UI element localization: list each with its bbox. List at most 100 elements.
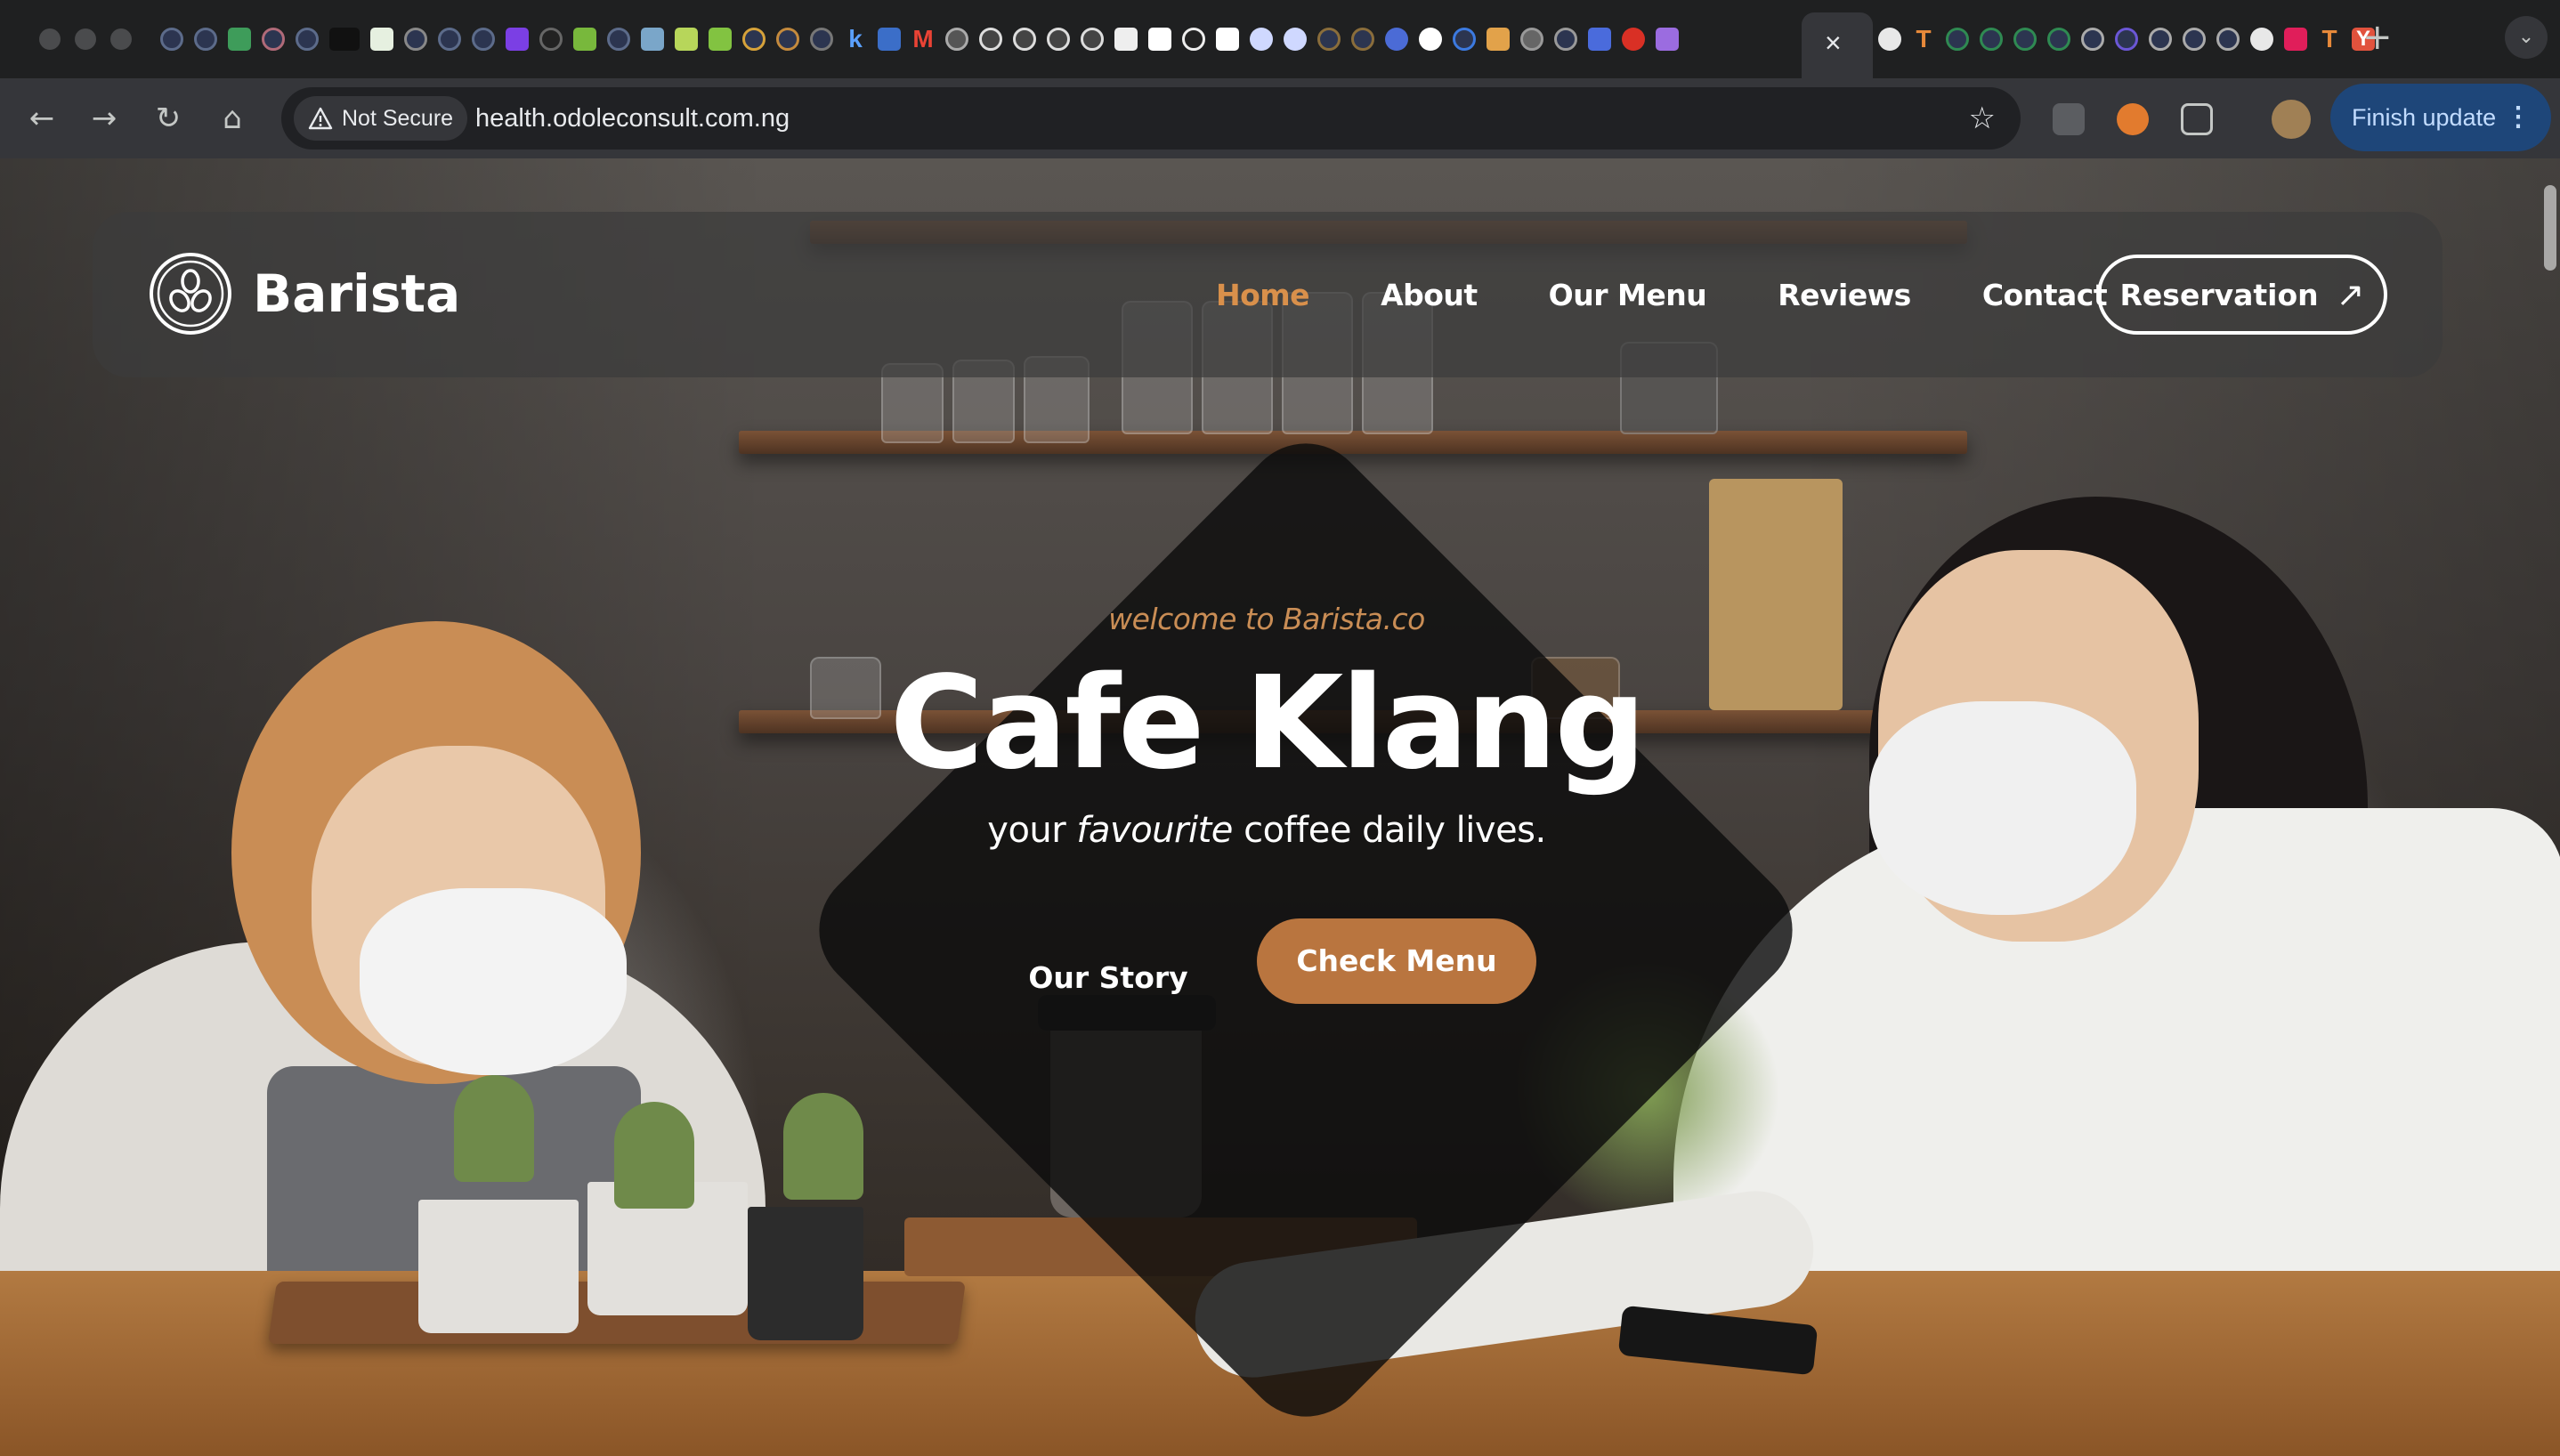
tab-favicon[interactable] xyxy=(1487,28,1510,51)
tab-favicon[interactable] xyxy=(1013,28,1036,51)
extensions-puzzle-icon[interactable] xyxy=(2181,103,2213,135)
tab-favicon[interactable] xyxy=(607,28,630,51)
tab-favicon[interactable] xyxy=(1656,28,1679,51)
tab-favicon[interactable] xyxy=(675,28,698,51)
tab-favicon-letter[interactable]: T xyxy=(1912,27,1935,52)
outlook-favicon-icon[interactable] xyxy=(878,28,901,51)
forward-button[interactable]: → xyxy=(82,96,126,141)
window-minimize-button[interactable] xyxy=(75,28,96,50)
tab-favicon[interactable] xyxy=(1216,28,1239,51)
tab-favicon[interactable] xyxy=(1946,28,1969,51)
tab-favicon[interactable] xyxy=(539,28,563,51)
openai-favicon-icon[interactable] xyxy=(1182,28,1205,51)
tab-favicon[interactable] xyxy=(742,28,766,51)
reload-button[interactable]: ↻ xyxy=(146,96,190,141)
tab-search-button[interactable]: ⌄ xyxy=(2505,16,2548,59)
tab-favicon[interactable] xyxy=(1148,28,1171,51)
tab-favicon[interactable] xyxy=(1554,28,1577,51)
bookmark-star-icon[interactable]: ☆ xyxy=(1969,87,1996,150)
hero-subtitle: your favourite coffee daily lives. xyxy=(0,810,2533,851)
tab-favicon[interactable] xyxy=(404,28,427,51)
download-favicon-icon[interactable] xyxy=(709,28,732,51)
home-button[interactable]: ⌂ xyxy=(210,96,255,141)
tab-favicon[interactable] xyxy=(2047,28,2070,51)
window-zoom-button[interactable] xyxy=(110,28,132,50)
tab-favicon[interactable] xyxy=(2013,28,2037,51)
page-scrollbar[interactable] xyxy=(2544,185,2556,271)
security-label: Not Secure xyxy=(342,105,454,131)
nav-item-our-menu[interactable]: Our Menu xyxy=(1549,278,1707,312)
our-story-button[interactable]: Our Story xyxy=(997,940,1219,1016)
tab-favicon[interactable] xyxy=(1419,28,1442,51)
tab-favicon[interactable] xyxy=(438,28,461,51)
tab-favicon[interactable] xyxy=(296,28,319,51)
arrow-up-right-icon: ↗ xyxy=(2336,275,2365,314)
tab-favicon[interactable] xyxy=(160,28,183,51)
nav-item-home[interactable]: Home xyxy=(1216,278,1310,312)
nav-item-contact[interactable]: Contact xyxy=(1982,278,2108,312)
tab-favicon[interactable] xyxy=(472,28,495,51)
tab-favicon[interactable] xyxy=(979,28,1002,51)
tab-favicon[interactable] xyxy=(1520,28,1543,51)
tab-favicon[interactable] xyxy=(370,28,393,51)
tab-close-icon[interactable]: × xyxy=(1825,28,1842,57)
youtube-favicon-icon[interactable] xyxy=(1622,28,1645,51)
site-security-chip[interactable]: Not Secure xyxy=(294,96,468,141)
tab-favicon[interactable] xyxy=(776,28,799,51)
address-bar[interactable]: Not Secure health.odoleconsult.com.ng ☆ xyxy=(281,87,2021,150)
reservation-button[interactable]: Reservation ↗ xyxy=(2097,255,2387,335)
hero-title: Cafe Klang xyxy=(889,648,1646,797)
site-logo[interactable]: Barista xyxy=(148,251,460,336)
check-menu-button[interactable]: Check Menu xyxy=(1257,918,1536,1004)
tab-favicon[interactable] xyxy=(1588,28,1611,51)
tab-favicon[interactable] xyxy=(2216,28,2240,51)
extension-icon[interactable] xyxy=(2053,103,2085,135)
tab-favicon[interactable] xyxy=(228,28,251,51)
tab-favicon[interactable] xyxy=(1980,28,2003,51)
github-favicon-icon[interactable] xyxy=(1878,28,1901,51)
tab-favicon[interactable] xyxy=(1351,28,1374,51)
tab-favicon[interactable] xyxy=(1047,28,1070,51)
active-tab[interactable]: × xyxy=(1802,12,1873,78)
google-favicon-icon[interactable] xyxy=(2250,28,2273,51)
tab-favicon[interactable] xyxy=(2183,28,2206,51)
tab-favicon[interactable] xyxy=(1317,28,1341,51)
slack-favicon-icon[interactable] xyxy=(2284,28,2307,51)
back-button[interactable]: ← xyxy=(20,96,64,141)
tab-favicon[interactable] xyxy=(1081,28,1104,51)
coffee-beans-logo-icon xyxy=(150,253,231,335)
browser-menu-icon[interactable]: ⋮ xyxy=(2505,84,2532,151)
page-viewport: Barista Home About Our Menu Reviews Cont… xyxy=(0,158,2560,1456)
tab-favicon[interactable] xyxy=(1250,28,1273,51)
tab-favicon[interactable] xyxy=(262,28,285,51)
tab-favicon[interactable] xyxy=(1284,28,1307,51)
new-tab-button[interactable]: + xyxy=(2362,20,2393,55)
url-text[interactable]: health.odoleconsult.com.ng xyxy=(475,87,790,150)
nav-item-about[interactable]: About xyxy=(1381,278,1478,312)
tab-favicon[interactable] xyxy=(641,28,664,51)
tab-favicon[interactable] xyxy=(329,28,360,51)
window-close-button[interactable] xyxy=(39,28,61,50)
nav-item-reviews[interactable]: Reviews xyxy=(1778,278,1911,312)
tab-strip: k M xyxy=(160,18,1679,61)
hero-welcome-text: welcome to Barista.co xyxy=(1108,602,1425,636)
tab-favicon-letter[interactable]: k xyxy=(844,27,867,52)
tab-favicon[interactable] xyxy=(506,28,529,51)
finish-update-label: Finish update xyxy=(2352,104,2497,131)
tab-favicon-letter[interactable]: T xyxy=(2318,27,2341,52)
tab-favicon[interactable] xyxy=(1385,28,1408,51)
tab-favicon[interactable] xyxy=(194,28,217,51)
tab-favicon[interactable] xyxy=(2115,28,2138,51)
tab-favicon[interactable] xyxy=(945,28,968,51)
tab-favicon[interactable] xyxy=(1114,28,1138,51)
tab-favicon[interactable] xyxy=(2081,28,2104,51)
profile-avatar[interactable] xyxy=(2272,100,2311,139)
tab-favicon[interactable] xyxy=(810,28,833,51)
brand-name: Barista xyxy=(253,263,461,324)
finish-update-button[interactable]: Finish update ⋮ xyxy=(2330,84,2551,151)
tab-favicon[interactable] xyxy=(573,28,596,51)
gmail-favicon-icon[interactable]: M xyxy=(911,27,935,52)
tab-favicon[interactable] xyxy=(1453,28,1476,51)
tab-favicon[interactable] xyxy=(2149,28,2172,51)
extension-icon[interactable] xyxy=(2117,103,2149,135)
